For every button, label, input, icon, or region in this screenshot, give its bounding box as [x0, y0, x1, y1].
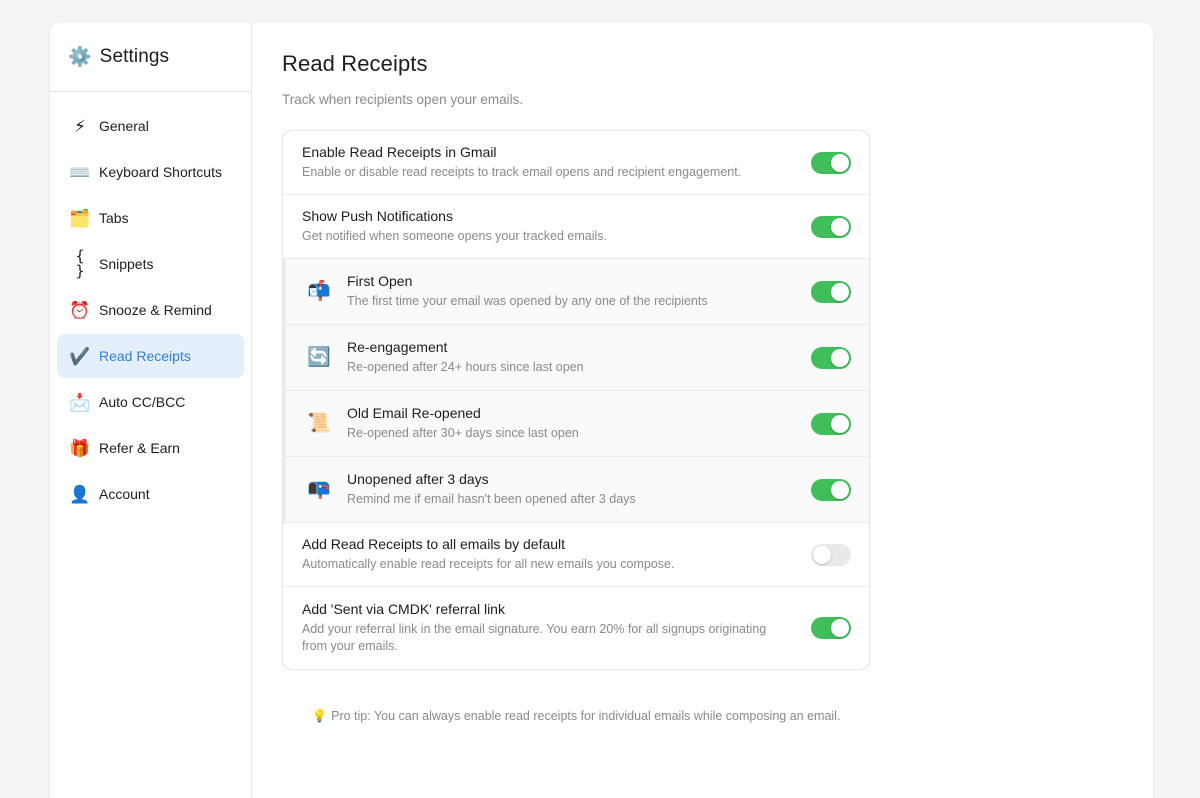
empty-mailbox-icon: 📭 — [307, 479, 331, 500]
push-notifications-toggle[interactable] — [811, 215, 851, 238]
check-mark-icon: ✔️ — [69, 346, 91, 366]
unopened-3-days-toggle[interactable] — [811, 478, 851, 501]
enable-read-receipts-toggle[interactable] — [811, 151, 851, 174]
refresh-icon: 🔄 — [307, 347, 331, 368]
sidebar: ⚙️ Settings ⚡ General ⌨️ Keyboard Shortc… — [50, 23, 252, 798]
mailbox-icon: 📬 — [307, 281, 331, 302]
setting-text: Enable Read Receipts in Gmail Enable or … — [302, 144, 811, 181]
old-email-reopened-toggle[interactable] — [811, 412, 851, 435]
sidebar-item-label: Tabs — [99, 210, 129, 226]
setting-text: Add 'Sent via CMDK' referral link Add yo… — [302, 601, 811, 655]
sidebar-item-account[interactable]: 👤 Account — [57, 472, 244, 516]
sidebar-item-label: Snooze & Remind — [99, 302, 212, 318]
toggle-knob — [831, 282, 849, 301]
sidebar-item-snooze-remind[interactable]: ⏰ Snooze & Remind — [57, 288, 244, 332]
sidebar-item-label: Account — [99, 486, 150, 502]
sidebar-header: ⚙️ Settings — [50, 23, 251, 92]
settings-window: ⚙️ Settings ⚡ General ⌨️ Keyboard Shortc… — [50, 23, 1153, 798]
setting-description: Add your referral link in the email sign… — [302, 622, 767, 653]
sidebar-item-auto-cc-bcc[interactable]: 📩 Auto CC/BCC — [57, 380, 244, 424]
setting-description: Enable or disable read receipts to track… — [302, 165, 742, 179]
settings-card: Enable Read Receipts in Gmail Enable or … — [282, 130, 870, 670]
setting-text: Unopened after 3 days Remind me if email… — [347, 471, 811, 508]
setting-description: Remind me if email hasn't been opened af… — [347, 492, 636, 506]
setting-row-default-read-receipts: Add Read Receipts to all emails by defau… — [283, 523, 869, 587]
pro-tip: 💡 Pro tip: You can always enable read rec… — [282, 709, 870, 724]
setting-row-referral-link: Add 'Sent via CMDK' referral link Add yo… — [283, 587, 869, 669]
sidebar-item-label: Keyboard Shortcuts — [99, 164, 222, 180]
setting-row-re-engagement: 🔄 Re-engagement Re-opened after 24+ hour… — [283, 325, 869, 391]
alarm-clock-icon: ⏰ — [69, 300, 91, 320]
page-title: Read Receipts — [282, 51, 428, 76]
setting-description: Get notified when someone opens your tra… — [302, 229, 608, 243]
sidebar-item-general[interactable]: ⚡ General — [57, 104, 244, 148]
pro-tip-text: Pro tip: You can always enable read rece… — [331, 709, 841, 723]
braces-icon: { } — [75, 247, 85, 280]
sidebar-item-tabs[interactable]: 🗂️ Tabs — [57, 196, 244, 240]
setting-row-old-email-reopened: 📜 Old Email Re-opened Re-opened after 30… — [283, 391, 869, 457]
default-read-receipts-toggle[interactable] — [811, 543, 851, 566]
setting-row-unopened-3-days: 📭 Unopened after 3 days Remind me if ema… — [283, 457, 869, 523]
setting-title: Enable Read Receipts in Gmail — [302, 144, 497, 160]
lightning-icon: ⚡ — [74, 116, 86, 136]
setting-description: Re-opened after 24+ hours since last ope… — [347, 360, 584, 374]
light-bulb-icon: 💡 — [311, 709, 328, 723]
toggle-knob — [831, 619, 849, 637]
re-engagement-toggle[interactable] — [811, 346, 851, 369]
setting-row-enable-read-receipts: Enable Read Receipts in Gmail Enable or … — [283, 131, 869, 195]
keyboard-icon: ⌨️ — [69, 162, 91, 182]
setting-title: First Open — [347, 273, 413, 289]
setting-description: Automatically enable read receipts for a… — [302, 557, 675, 571]
folder-tabs-icon: 🗂️ — [69, 208, 91, 228]
sidebar-item-read-receipts[interactable]: ✔️ Read Receipts — [57, 334, 244, 378]
sidebar-item-label: Read Receipts — [99, 348, 191, 364]
setting-title: Unopened after 3 days — [347, 471, 489, 487]
setting-row-push-notifications: Show Push Notifications Get notified whe… — [283, 195, 869, 259]
page-subtitle: Track when recipients open your emails. — [282, 92, 524, 107]
sidebar-item-refer-earn[interactable]: 🎁 Refer & Earn — [57, 426, 244, 470]
setting-text: Show Push Notifications Get notified whe… — [302, 208, 811, 245]
sidebar-item-label: Snippets — [99, 256, 154, 272]
setting-text: First Open The first time your email was… — [347, 273, 811, 310]
setting-title: Show Push Notifications — [302, 208, 453, 224]
gift-icon: 🎁 — [69, 438, 91, 458]
toggle-knob — [831, 153, 849, 172]
setting-text: Re-engagement Re-opened after 24+ hours … — [347, 339, 811, 376]
sidebar-title: Settings — [99, 46, 170, 67]
toggle-knob — [831, 348, 849, 367]
user-icon: 👤 — [69, 484, 91, 504]
sidebar-item-label: Auto CC/BCC — [99, 394, 186, 410]
setting-title: Old Email Re-opened — [347, 405, 481, 421]
envelope-arrow-icon: 📩 — [69, 392, 91, 412]
setting-text: Add Read Receipts to all emails by defau… — [302, 536, 811, 573]
toggle-knob — [831, 217, 849, 236]
setting-text: Old Email Re-opened Re-opened after 30+ … — [347, 405, 811, 442]
setting-title: Add Read Receipts to all emails by defau… — [302, 536, 566, 552]
setting-row-first-open: 📬 First Open The first time your email w… — [283, 259, 869, 325]
setting-description: Re-opened after 30+ days since last open — [347, 426, 579, 440]
toggle-knob — [831, 414, 849, 433]
setting-description: The first time your email was opened by … — [347, 294, 708, 308]
sidebar-item-keyboard-shortcuts[interactable]: ⌨️ Keyboard Shortcuts — [57, 150, 244, 194]
scroll-icon: 📜 — [307, 413, 331, 434]
toggle-knob — [831, 480, 849, 499]
sidebar-nav: ⚡ General ⌨️ Keyboard Shortcuts 🗂️ Tabs … — [50, 92, 251, 516]
sidebar-item-label: Refer & Earn — [99, 440, 180, 456]
first-open-toggle[interactable] — [811, 280, 851, 303]
gear-icon: ⚙️ — [68, 46, 92, 68]
referral-link-toggle[interactable] — [811, 617, 851, 639]
toggle-knob — [813, 545, 831, 564]
sidebar-item-label: General — [99, 118, 149, 134]
setting-title: Add 'Sent via CMDK' referral link — [302, 601, 505, 617]
setting-title: Re-engagement — [347, 339, 448, 355]
main-content: Read Receipts Track when recipients open… — [252, 23, 1153, 798]
sidebar-item-snippets[interactable]: { } Snippets — [57, 242, 244, 286]
